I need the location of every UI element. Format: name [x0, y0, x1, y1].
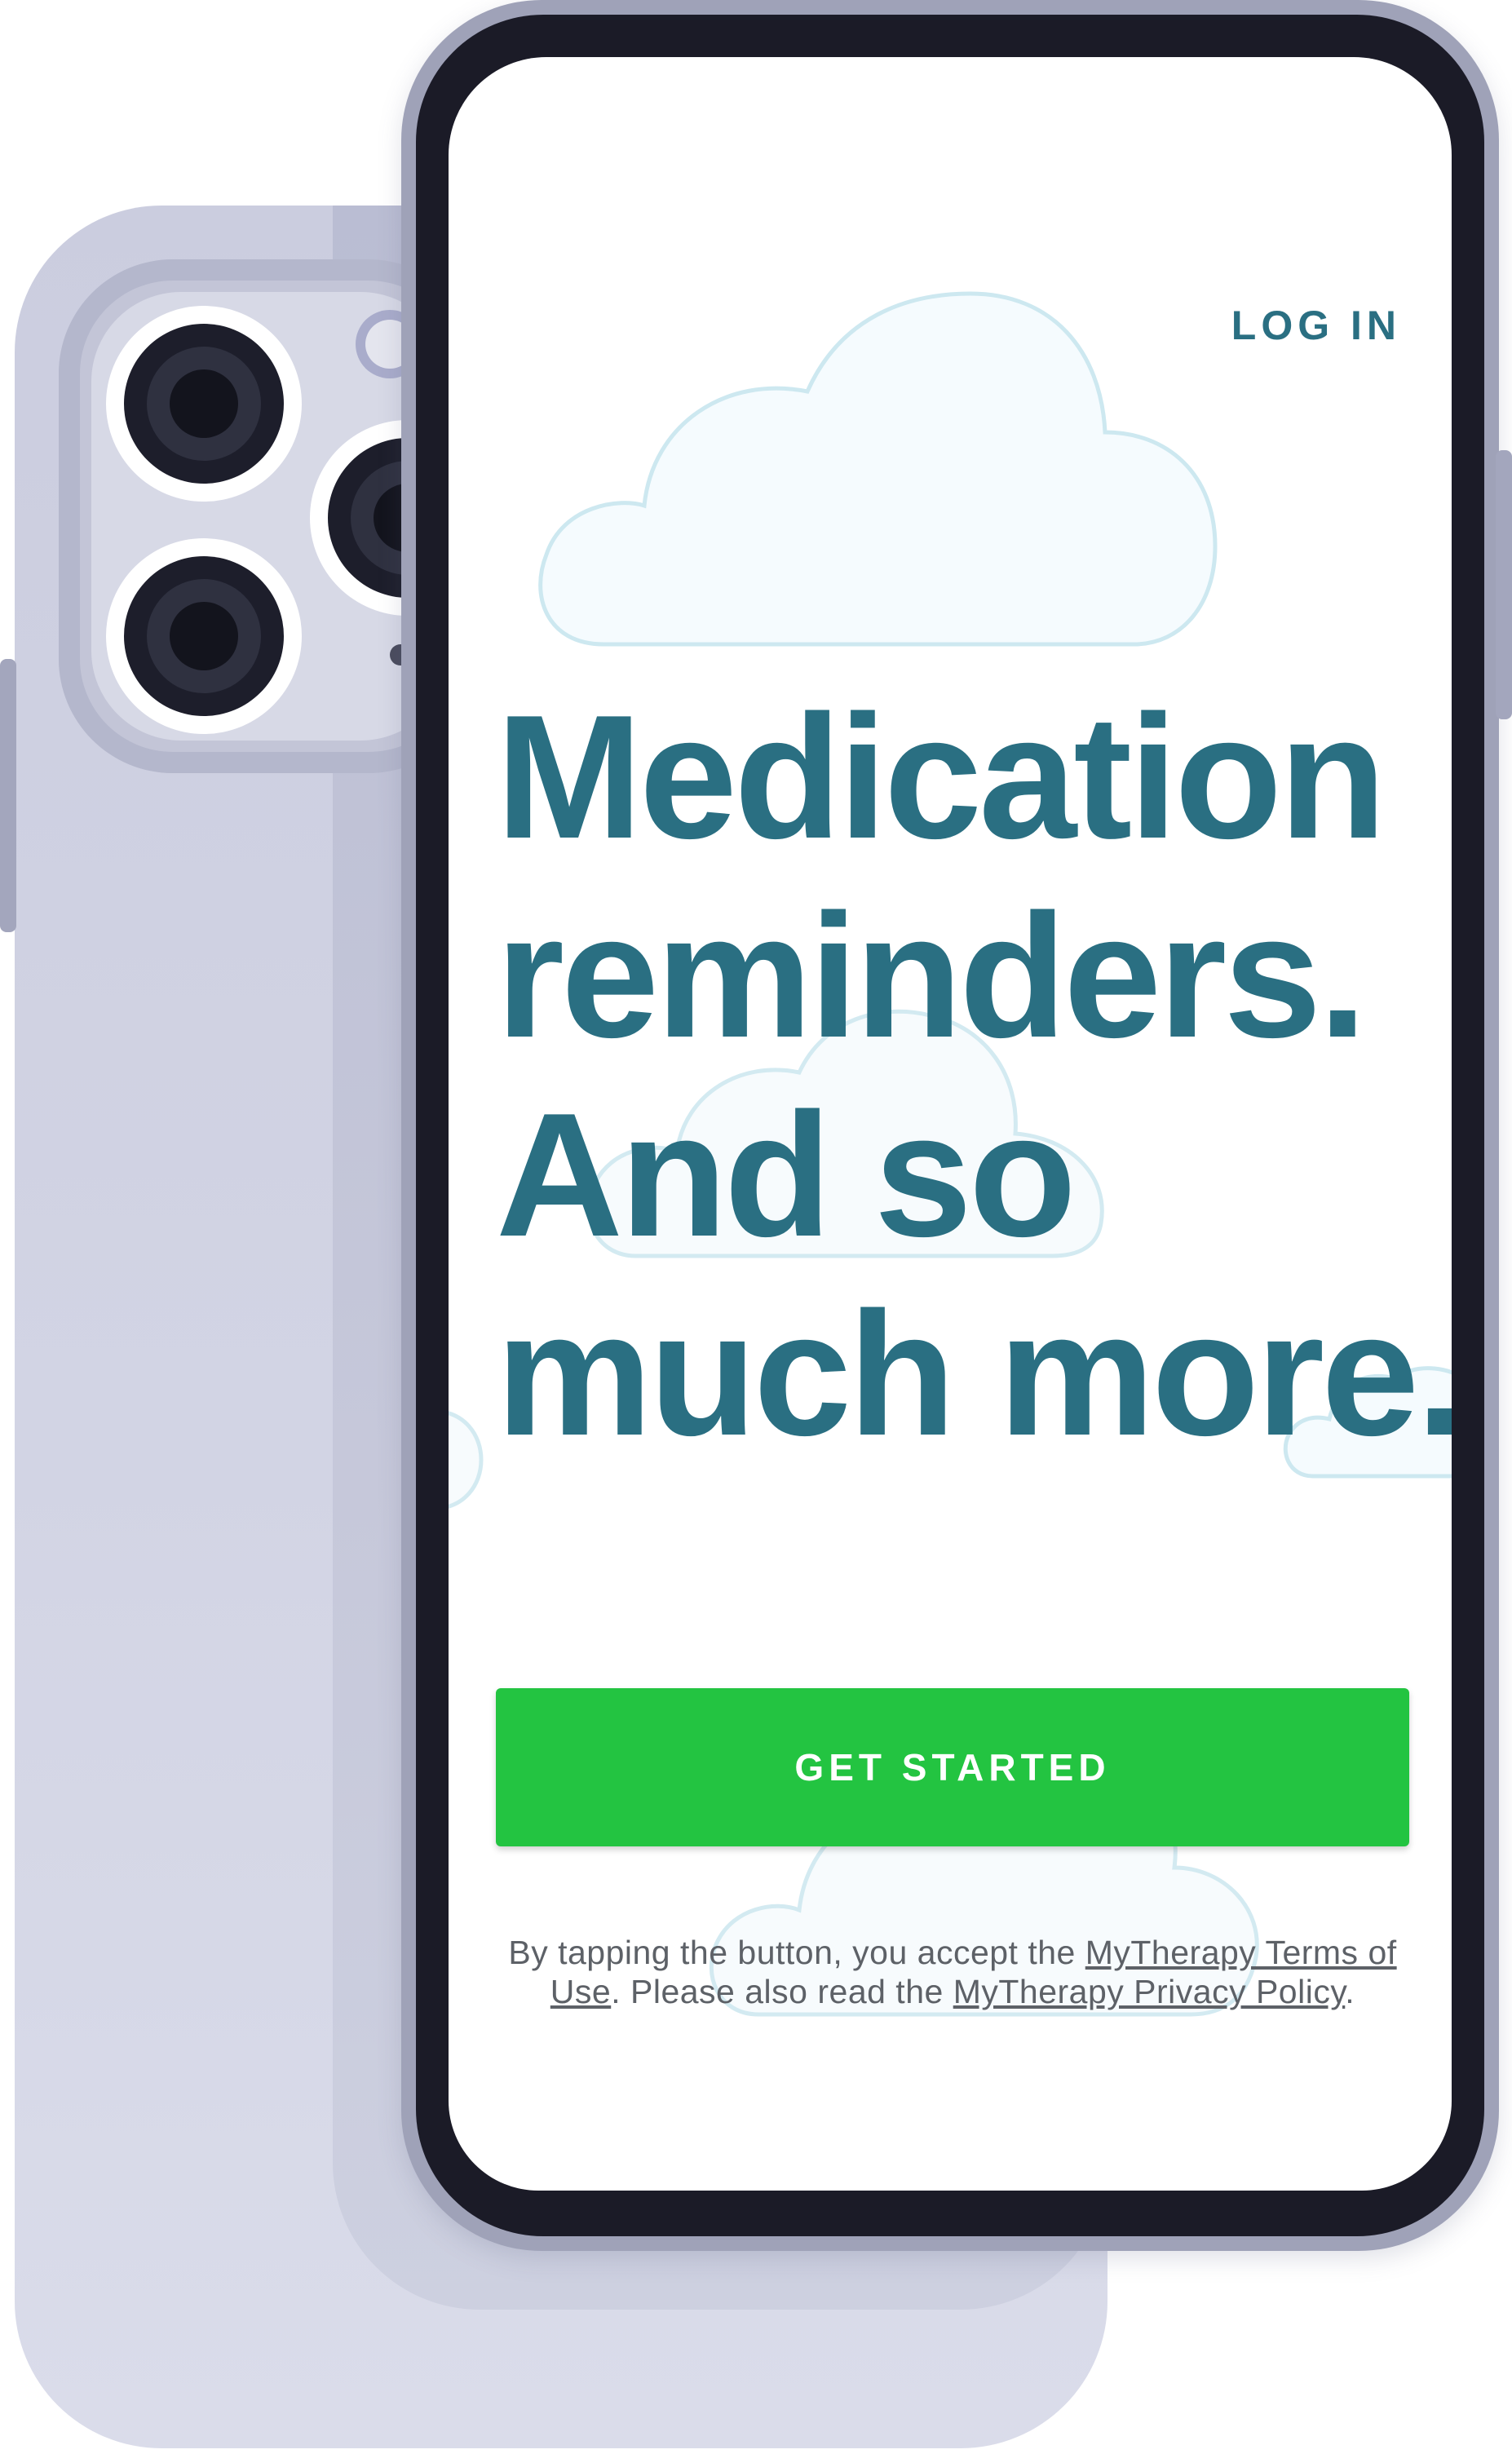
legal-text: .	[1345, 1973, 1355, 2010]
login-link[interactable]: LOG IN	[1231, 302, 1401, 349]
get-started-button[interactable]: GET STARTED	[496, 1688, 1409, 1846]
headline-line: And so	[496, 1076, 1077, 1273]
cloud-icon	[538, 291, 1218, 647]
app-screen: LOG IN Medication reminders. And so much…	[449, 57, 1452, 2191]
legal-text: . Please also read the	[611, 1973, 953, 2010]
legal-notice: By tapping the button, you accept the My…	[496, 1933, 1409, 2011]
camera-lens-icon	[106, 306, 302, 502]
phone-front: LOG IN Medication reminders. And so much…	[401, 0, 1499, 2251]
privacy-policy-link[interactable]: MyTherapy Privacy Policy	[953, 1973, 1346, 2010]
camera-lens-icon	[106, 538, 302, 734]
power-button	[1496, 450, 1512, 719]
phone-bezel: LOG IN Medication reminders. And so much…	[416, 15, 1484, 2236]
legal-text: By tapping the button, you accept the	[508, 1934, 1085, 1971]
volume-button	[0, 659, 16, 932]
headline-line: Medication	[496, 678, 1386, 875]
cloud-icon	[449, 1411, 484, 1509]
headline-line: much more.	[496, 1275, 1452, 1472]
headline-line: reminders.	[496, 877, 1367, 1074]
headline: Medication reminders. And so much more.	[496, 677, 1452, 1473]
